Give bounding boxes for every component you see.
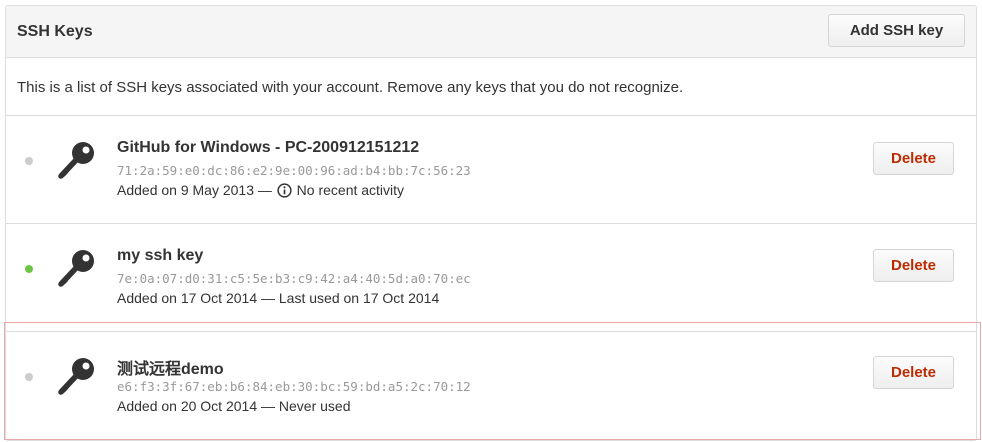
key-fingerprint: e6:f3:3f:67:eb:b6:84:eb:30:bc:59:bd:a5:2… xyxy=(117,379,471,394)
ssh-key-row: GitHub for Windows - PC-200912151212 71:… xyxy=(6,116,976,224)
status-dot-inactive xyxy=(25,157,33,165)
key-meta: Added on 9 May 2013 — No recent activity xyxy=(117,182,404,198)
intro-text: This is a list of SSH keys associated wi… xyxy=(17,79,684,96)
delete-key-button[interactable]: Delete xyxy=(873,142,954,175)
status-dot-active xyxy=(25,265,33,273)
ssh-keys-panel: SSH Keys Add SSH key This is a list of S… xyxy=(5,5,977,441)
page-title: SSH Keys xyxy=(17,23,93,40)
key-fingerprint: 71:2a:59:e0:dc:86:e2:9e:00:96:ad:b4:bb:7… xyxy=(117,163,471,178)
ssh-key-row: my ssh key 7e:0a:07:d0:31:c5:5e:b3:c9:42… xyxy=(6,224,976,332)
info-icon xyxy=(277,183,292,198)
panel-header: SSH Keys Add SSH key xyxy=(6,6,976,58)
delete-key-button[interactable]: Delete xyxy=(873,356,954,389)
key-activity: No recent activity xyxy=(296,182,405,198)
add-ssh-key-button[interactable]: Add SSH key xyxy=(828,14,965,47)
key-added-date: Added on 9 May 2013 — xyxy=(117,182,272,198)
key-icon xyxy=(58,358,94,395)
key-meta: Added on 20 Oct 2014 — Never used xyxy=(117,398,351,414)
key-icon xyxy=(58,142,94,179)
key-meta: Added on 17 Oct 2014 — Last used on 17 O… xyxy=(117,290,440,306)
intro-section: This is a list of SSH keys associated wi… xyxy=(6,58,976,116)
ssh-key-row: 测试远程demo e6:f3:3f:67:eb:b6:84:eb:30:bc:5… xyxy=(6,332,976,440)
status-dot-inactive xyxy=(25,373,33,381)
delete-key-button[interactable]: Delete xyxy=(873,249,954,282)
key-title: my ssh key xyxy=(117,247,204,264)
key-title: 测试远程demo xyxy=(117,361,224,378)
key-icon xyxy=(58,250,94,287)
key-title: GitHub for Windows - PC-200912151212 xyxy=(117,139,420,156)
key-fingerprint: 7e:0a:07:d0:31:c5:5e:b3:c9:42:a4:40:5d:a… xyxy=(117,271,471,286)
